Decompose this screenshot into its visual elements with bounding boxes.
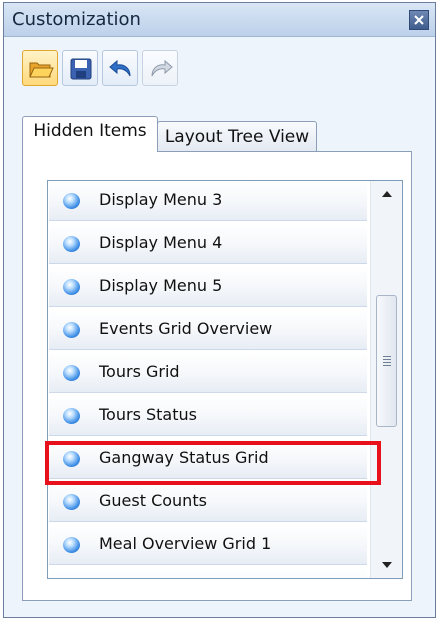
scroll-up-button[interactable]	[371, 181, 402, 207]
undo-button[interactable]	[102, 50, 138, 86]
item-bullet-icon	[63, 537, 80, 553]
tab-hidden-items[interactable]: Hidden Items	[22, 116, 158, 152]
item-bullet-icon	[63, 322, 80, 338]
scroll-grip	[383, 359, 391, 360]
list-item-label: Events Grid Overview	[99, 319, 273, 338]
item-bullet-icon	[63, 193, 80, 209]
list-item[interactable]: Meal Overview Grid 1	[49, 525, 367, 565]
scroll-down-arrow-icon	[381, 562, 392, 568]
close-button[interactable]	[409, 10, 429, 30]
item-bullet-icon	[63, 494, 80, 510]
list-item-partial[interactable]	[49, 568, 367, 578]
vertical-scrollbar[interactable]	[370, 181, 402, 578]
list-item[interactable]: Display Menu 4	[49, 224, 367, 264]
list-item[interactable]: Guest Counts	[49, 482, 367, 522]
list-item-label: Display Menu 5	[99, 276, 223, 295]
list-item-label: Tours Status	[99, 405, 197, 424]
tab-layout-tree-view[interactable]: Layout Tree View	[157, 121, 317, 152]
close-icon	[414, 15, 424, 25]
scroll-grip	[383, 356, 391, 357]
list-item-label: Guest Counts	[99, 491, 207, 510]
redo-icon	[151, 59, 173, 77]
scroll-down-button[interactable]	[371, 552, 402, 578]
title-bar[interactable]: Customization	[4, 3, 435, 37]
scroll-up-arrow-icon	[381, 191, 392, 197]
item-bullet-icon	[63, 408, 80, 424]
list-item[interactable]: Events Grid Overview	[49, 310, 367, 350]
open-button[interactable]	[22, 50, 58, 86]
item-bullet-icon	[63, 279, 80, 295]
list-item-label: Display Menu 4	[99, 233, 223, 252]
list-item[interactable]: Tours Status	[49, 396, 367, 436]
undo-icon	[109, 59, 131, 77]
open-folder-icon	[29, 62, 54, 78]
list-item[interactable]: Display Menu 5	[49, 267, 367, 307]
list-item-gangway-status-grid[interactable]: Gangway Status Grid	[49, 439, 367, 479]
scroll-grip	[383, 362, 391, 363]
scroll-thumb[interactable]	[376, 295, 397, 427]
hidden-items-list[interactable]: Display Menu 3 Display Menu 4 Display Me…	[47, 180, 403, 579]
save-icon	[70, 58, 92, 80]
item-bullet-icon	[63, 365, 80, 381]
list-item[interactable]: Tours Grid	[49, 353, 367, 393]
list-item[interactable]: Display Menu 3	[49, 181, 367, 221]
item-bullet-icon	[63, 451, 80, 467]
list-item-label: Meal Overview Grid 1	[99, 534, 272, 553]
list-item-label: Gangway Status Grid	[99, 448, 269, 467]
list-item-label: Tours Grid	[99, 362, 180, 381]
window-title: Customization	[12, 9, 141, 30]
scroll-grip	[383, 365, 391, 366]
save-button[interactable]	[62, 50, 98, 86]
list-item-label: Display Menu 3	[99, 190, 223, 209]
item-bullet-icon	[63, 236, 80, 252]
redo-button[interactable]	[142, 50, 178, 86]
